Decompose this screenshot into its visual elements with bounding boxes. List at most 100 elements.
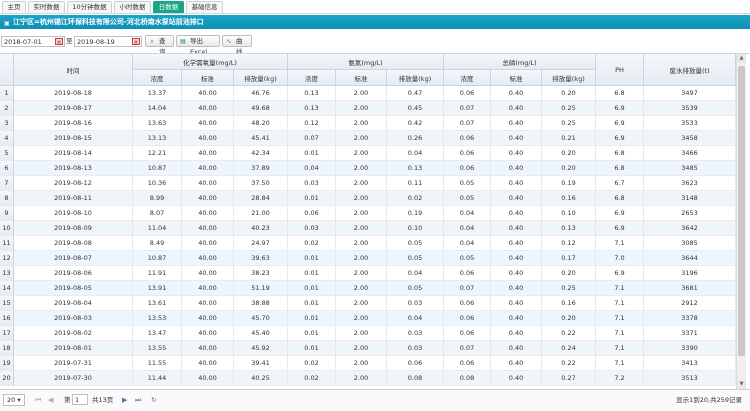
table-cell: 2019-08-18 [14,86,133,101]
table-cell: 40.00 [182,176,234,191]
table-cell: 3413 [644,356,736,371]
table-cell: 0.07 [444,341,491,356]
table-row[interactable]: 14 2019-08-05 13.91 40.00 51.19 0.01 2.00 0.05 0… [0,281,736,296]
table-row[interactable]: 18 2019-08-01 13.55 40.00 45.92 0.01 2.00 0.03 0… [0,341,736,356]
table-cell: 13.91 [133,281,182,296]
row-number: 16 [0,311,14,326]
export-excel-button[interactable]: ▤ 导出Excel [176,35,220,56]
table-cell: 2019-08-06 [14,266,133,281]
tab-realtime[interactable]: 实时数据 [28,1,65,13]
row-number: 10 [0,221,14,236]
table-row[interactable]: 17 2019-08-02 13.47 40.00 45.40 0.01 2.00 0.03 0… [0,326,736,341]
table-cell: 40.00 [182,311,234,326]
table-cell: 40.00 [182,146,234,161]
table-cell: 0.04 [387,266,444,281]
header-nh3: 氨氮(mg/L) [288,54,444,70]
table-cell: 11.91 [133,266,182,281]
table-cell: 40.00 [182,101,234,116]
tab-10min[interactable]: 10分钟数据 [67,1,112,13]
table-row[interactable]: 20 2019-07-30 11.44 40.00 40.25 0.02 2.00 0.08 0… [0,371,736,386]
table-cell: 40.00 [182,296,234,311]
refresh-icon[interactable]: ↻ [151,395,157,405]
pagination-bar: 20 ▾ ⏮ ◀ 第 1 共13页 ▶ ⏭ ↻ 显示1到20,共259记录 [0,389,750,411]
table-cell: 0.10 [387,221,444,236]
header-tp: 总磷(mg/L) [444,54,596,70]
table-row[interactable]: 12 2019-08-07 10.87 40.00 39.63 0.01 2.00 0.05 0… [0,251,736,266]
table-cell: 11.44 [133,371,182,386]
record-info: 显示1到20,共259记录 [676,396,742,404]
table-cell: 0.04 [387,311,444,326]
query-button[interactable]: ⌕ 查询 [145,35,174,56]
table-cell: 0.13 [542,221,596,236]
end-date-input[interactable]: 2019-08-19 ▦ [74,36,142,47]
table-row[interactable]: 9 2019-08-10 8.07 40.00 21.00 0.06 2.00 0.19 0.0… [0,206,736,221]
table-cell: 7.2 [596,371,644,386]
table-row[interactable]: 19 2019-07-31 11.55 40.00 39.41 0.02 2.00 0.06 0… [0,356,736,371]
table-cell: 0.40 [491,176,542,191]
table-cell: 6.9 [596,116,644,131]
table-cell: 0.25 [542,101,596,116]
table-cell: 0.04 [444,206,491,221]
table-cell: 10.87 [133,161,182,176]
scroll-down-icon[interactable]: ▼ [737,380,746,389]
tab-basic-info[interactable]: 基础信息 [186,1,223,13]
start-date-input[interactable]: 2018-07-01 ▦ [1,36,65,47]
last-page-icon[interactable]: ⏭ [135,395,141,405]
calendar-icon[interactable]: ▦ [132,38,140,45]
table-cell: 0.21 [542,131,596,146]
tab-home[interactable]: 主页 [2,1,26,13]
scroll-up-icon[interactable]: ▲ [737,54,746,63]
table-row[interactable]: 3 2019-08-16 13.63 40.00 48.20 0.12 2.00 0.42 0.… [0,116,736,131]
row-number: 6 [0,161,14,176]
table-row[interactable]: 13 2019-08-06 11.91 40.00 38.23 0.01 2.00 0.04 0… [0,266,736,281]
tab-daily[interactable]: 日数据 [153,1,184,13]
table-cell: 0.12 [288,116,336,131]
table-row[interactable]: 2 2019-08-17 14.04 40.00 49.68 0.13 2.00 0.45 0.… [0,101,736,116]
table-cell: 40.00 [182,341,234,356]
table-cell: 2.00 [336,236,387,251]
table-cell: 13.61 [133,296,182,311]
table-row[interactable]: 10 2019-08-09 11.04 40.00 40.23 0.03 2.00 0.10 0… [0,221,736,236]
table-cell: 0.40 [491,206,542,221]
scrollbar-thumb[interactable] [738,66,745,356]
table-cell: 7.1 [596,311,644,326]
table-cell: 0.06 [387,356,444,371]
table-cell: 6.7 [596,176,644,191]
table-cell: 0.05 [387,251,444,266]
table-row[interactable]: 7 2019-08-12 10.36 40.00 37.50 0.03 2.00 0.11 0.… [0,176,736,191]
subheader-emission: 排放量(kg) [234,70,288,86]
table-row[interactable]: 15 2019-08-04 13.61 40.00 38.88 0.01 2.00 0.03 0… [0,296,736,311]
prev-page-icon[interactable]: ◀ [48,395,53,405]
table-row[interactable]: 11 2019-08-08 8.49 40.00 24.97 0.02 2.00 0.05 0.… [0,236,736,251]
table-cell: 3513 [644,371,736,386]
curve-button[interactable]: ∿ 曲线 [222,35,252,56]
table-row[interactable]: 1 2019-08-18 13.37 40.00 46.76 0.13 2.00 0.47 0.… [0,86,736,101]
table-cell: 40.00 [182,221,234,236]
table-cell: 40.00 [182,266,234,281]
table-cell: 8.49 [133,236,182,251]
table-cell: 3148 [644,191,736,206]
page-size-select[interactable]: 20 ▾ [3,394,25,406]
table-cell: 6.9 [596,221,644,236]
subheader-standard: 标准 [491,70,542,86]
table-row[interactable]: 5 2019-08-14 12.21 40.00 42.34 0.01 2.00 0.04 0.… [0,146,736,161]
table-cell: 28.84 [234,191,288,206]
table-cell: 0.04 [387,146,444,161]
vertical-scrollbar[interactable]: ▲ ▼ [736,54,746,389]
table-cell: 6.9 [596,131,644,146]
table-cell: 2019-08-11 [14,191,133,206]
table-cell: 0.08 [444,371,491,386]
table-row[interactable]: 8 2019-08-11 8.99 40.00 28.84 0.01 2.00 0.02 0.0… [0,191,736,206]
row-number: 15 [0,296,14,311]
table-row[interactable]: 16 2019-08-03 13.53 40.00 45.70 0.01 2.00 0.04 0… [0,311,736,326]
next-page-icon[interactable]: ▶ [122,395,127,405]
calendar-icon[interactable]: ▦ [55,38,63,45]
table-row[interactable]: 6 2019-08-13 10.87 40.00 37.89 0.04 2.00 0.13 0.… [0,161,736,176]
tab-hourly[interactable]: 小时数据 [114,1,151,13]
table-cell: 0.16 [542,191,596,206]
row-number: 9 [0,206,14,221]
page-number-input[interactable]: 1 [72,394,88,405]
table-row[interactable]: 4 2019-08-15 13.13 40.00 45.41 0.07 2.00 0.26 0.… [0,131,736,146]
first-page-icon[interactable]: ⏮ [35,395,41,405]
table-cell: 13.37 [133,86,182,101]
